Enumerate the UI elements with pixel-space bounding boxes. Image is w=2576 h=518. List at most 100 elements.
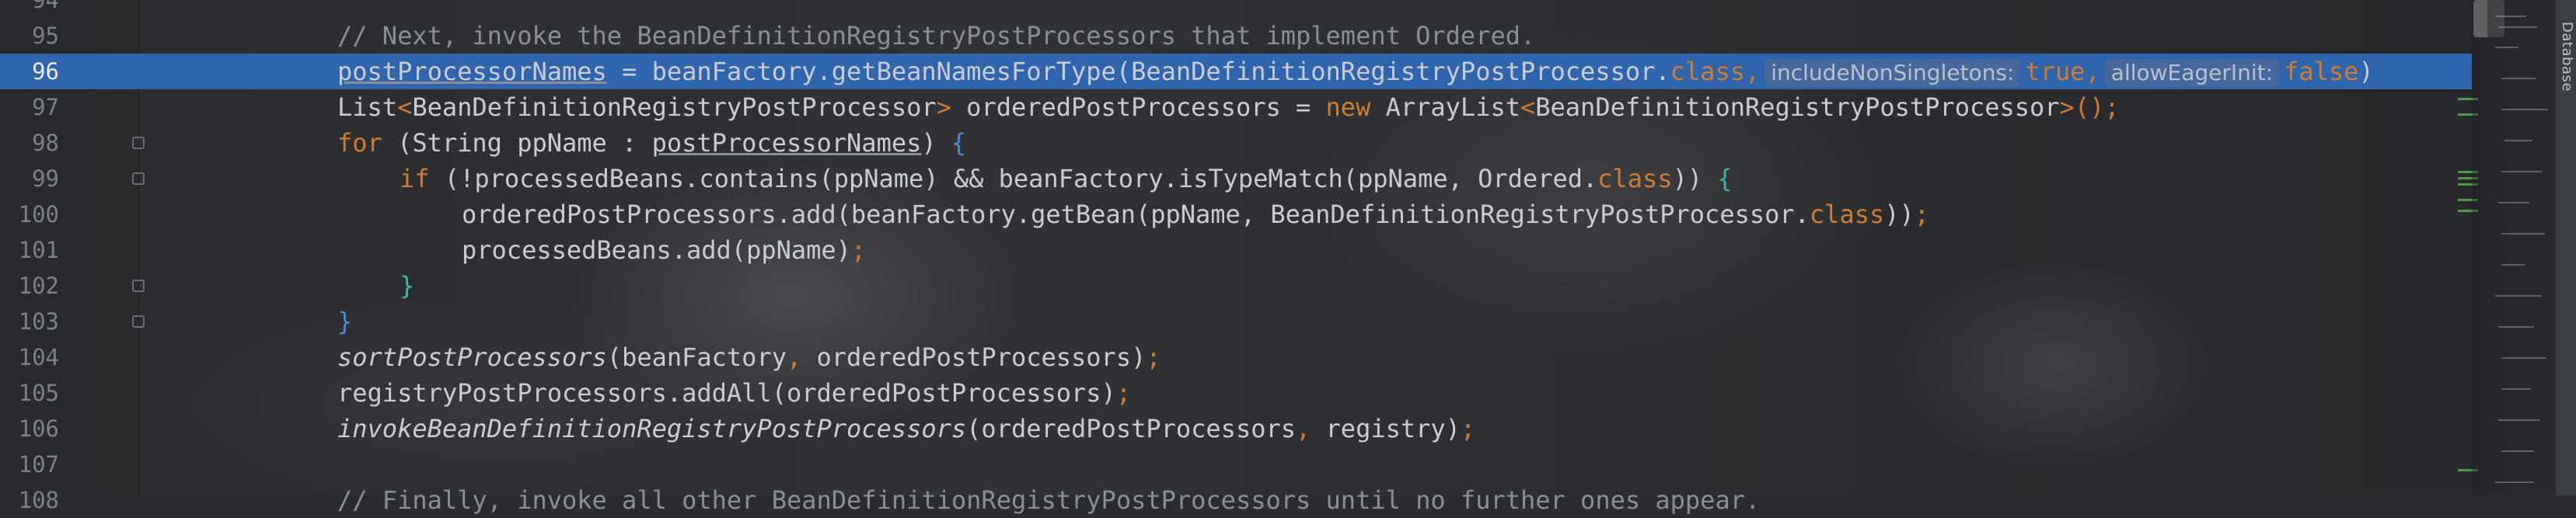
token: > bbox=[2059, 92, 2075, 122]
code-text: processedBeans.add(ppName); bbox=[462, 232, 866, 268]
keyword: class bbox=[1597, 164, 1673, 193]
code-text: registryPostProcessors.addAll(orderedPos… bbox=[337, 375, 1131, 411]
token: BeanDefinitionRegistryPostProcessor bbox=[412, 92, 937, 122]
keyword: false bbox=[2284, 57, 2359, 86]
token: ( bbox=[771, 378, 787, 408]
token: ( bbox=[966, 414, 982, 443]
keyword: class bbox=[1670, 57, 1745, 86]
code-text: sortPostProcessors(beanFactory, orderedP… bbox=[337, 339, 1161, 375]
token: String ppName : bbox=[412, 128, 652, 158]
token: = beanFactory.getBeanNamesForType bbox=[606, 57, 1116, 86]
token: ( bbox=[731, 235, 747, 265]
line-number: 104 bbox=[18, 344, 59, 370]
token: ) bbox=[2358, 57, 2374, 86]
code-line-106[interactable]: 106 invokeBeanDefinitionRegistryPostProc… bbox=[0, 411, 2472, 447]
code-line-98[interactable]: 98 for (String ppName : postProcessorNam… bbox=[0, 125, 2472, 161]
code-text: for (String ppName : postProcessorNames)… bbox=[337, 125, 966, 161]
token: ) bbox=[1101, 378, 1116, 408]
code-line-108[interactable]: 108 // Finally, invoke all other BeanDef… bbox=[0, 482, 2472, 518]
comment: // Next, invoke the BeanDefinitionRegist… bbox=[337, 21, 1536, 50]
token: BeanDefinitionRegistryPostProcessor. bbox=[1131, 57, 1670, 86]
token: orderedPostProcessors = bbox=[951, 92, 1326, 122]
token: ( bbox=[429, 164, 460, 193]
token: < bbox=[1520, 92, 1536, 122]
code-text: postProcessorNames = beanFactory.getBean… bbox=[337, 54, 2374, 89]
minimap-line bbox=[2498, 26, 2537, 28]
line-number: 107 bbox=[18, 451, 59, 478]
token: ppName bbox=[833, 164, 924, 193]
code-line-97[interactable]: 97 List<BeanDefinitionRegistryPostProces… bbox=[0, 89, 2472, 125]
token: ( bbox=[1342, 164, 1358, 193]
line-number: 103 bbox=[18, 308, 59, 335]
code-line-102[interactable]: 102 } bbox=[0, 268, 2472, 304]
token: orderedPostProcessors bbox=[981, 414, 1296, 443]
token: )) bbox=[1884, 200, 1915, 229]
keyword: new bbox=[1325, 92, 1371, 122]
token: ) bbox=[921, 128, 951, 158]
minimap-line bbox=[2504, 140, 2532, 141]
token: List bbox=[337, 92, 398, 122]
line-number: 101 bbox=[18, 237, 59, 263]
minimap-line bbox=[2501, 78, 2536, 79]
code-line-103[interactable]: 103 } bbox=[0, 304, 2472, 339]
token: postProcessorNames bbox=[337, 57, 607, 86]
fold-marker-icon[interactable] bbox=[132, 172, 145, 185]
keyword: if bbox=[400, 164, 430, 193]
token: ) bbox=[1131, 342, 1147, 372]
minimap-line bbox=[2498, 202, 2529, 203]
token: !processedBeans.contains bbox=[459, 164, 819, 193]
code-line-95[interactable]: 95 // Next, invoke the BeanDefinitionReg… bbox=[0, 18, 2472, 54]
line-number: 106 bbox=[18, 415, 59, 442]
line-number: 102 bbox=[18, 273, 59, 299]
database-tool-tab[interactable]: Database bbox=[2559, 22, 2575, 92]
token: ( bbox=[819, 164, 834, 193]
code-line-100[interactable]: 100 orderedPostProcessors.add(beanFactor… bbox=[0, 196, 2472, 232]
token: < bbox=[397, 92, 413, 122]
code-line-105[interactable]: 105 registryPostProcessors.addAll(ordere… bbox=[0, 375, 2472, 411]
fold-marker-icon[interactable] bbox=[132, 315, 145, 328]
token: ( bbox=[836, 200, 851, 229]
param-hint-include-non-singletons: includeNonSingletons: bbox=[1764, 59, 2021, 87]
code-minimap[interactable] bbox=[2487, 0, 2556, 495]
closing-brace: } bbox=[337, 307, 353, 336]
code-line-104[interactable]: 104 sortPostProcessors(beanFactory, orde… bbox=[0, 339, 2472, 375]
keyword: true bbox=[2025, 57, 2086, 86]
minimap-line bbox=[2495, 16, 2526, 17]
line-number: 108 bbox=[18, 487, 59, 513]
token: ; bbox=[1914, 200, 1930, 229]
token: , bbox=[2085, 57, 2100, 86]
token: ( bbox=[606, 342, 623, 372]
code-line-96-current[interactable]: 96 postProcessorNames = beanFactory.getB… bbox=[0, 54, 2472, 89]
token: ppName, Ordered. bbox=[1358, 164, 1598, 193]
fold-marker-icon[interactable] bbox=[132, 280, 145, 292]
code-line-107[interactable]: 107 bbox=[0, 447, 2472, 482]
token: ppName, BeanDefinitionRegistryPostProces… bbox=[1150, 200, 1810, 229]
minimap-line bbox=[2495, 295, 2542, 297]
code-line-99[interactable]: 99 if (!processedBeans.contains(ppName) … bbox=[0, 161, 2472, 196]
param-hint-allow-eager-init: allowEagerInit: bbox=[2104, 59, 2280, 87]
token: invokeBeanDefinitionRegistryPostProcesso… bbox=[337, 414, 967, 443]
line-number: 95 bbox=[32, 23, 59, 49]
code-line-101[interactable]: 101 processedBeans.add(ppName); bbox=[0, 232, 2472, 268]
token: ) bbox=[836, 235, 851, 265]
token: , bbox=[1744, 57, 1761, 86]
minimap-line bbox=[2498, 326, 2534, 328]
token: ( bbox=[1135, 200, 1151, 229]
code-text: invokeBeanDefinitionRegistryPostProcesso… bbox=[337, 411, 1475, 447]
token: BeanDefinitionRegistryPostProcessor bbox=[1535, 92, 2060, 122]
code-text: List<BeanDefinitionRegistryPostProcessor… bbox=[337, 89, 2120, 125]
fold-marker-icon[interactable] bbox=[132, 137, 145, 149]
token: ; bbox=[1146, 342, 1161, 372]
token: processedBeans.add bbox=[462, 235, 731, 265]
token: orderedPostProcessors bbox=[786, 378, 1101, 408]
token: > bbox=[936, 92, 951, 122]
token: ppName bbox=[746, 235, 836, 265]
code-text: } bbox=[400, 268, 414, 304]
minimap-line bbox=[2495, 47, 2518, 48]
line-number: 96 bbox=[32, 58, 59, 85]
token: ; bbox=[1460, 414, 1476, 443]
code-text: } bbox=[337, 304, 352, 339]
code-line-94[interactable]: 94 bbox=[0, 0, 2472, 18]
token: ; bbox=[1115, 378, 1132, 408]
token: ( bbox=[382, 128, 413, 158]
